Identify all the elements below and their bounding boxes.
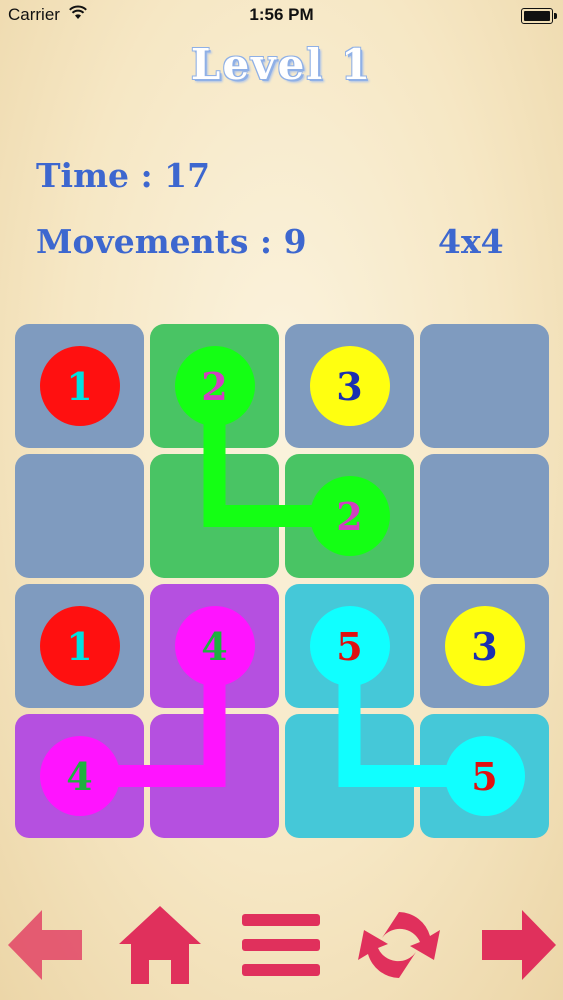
back-arrow-icon <box>8 910 82 980</box>
number-dot[interactable]: 4 <box>174 606 255 686</box>
menu-button[interactable] <box>236 900 326 990</box>
board-cell[interactable] <box>285 714 414 838</box>
forward-arrow-icon <box>482 910 556 980</box>
board-cell[interactable] <box>150 714 279 838</box>
board-cell[interactable] <box>420 454 549 578</box>
forward-arrow-button[interactable] <box>474 900 563 990</box>
home-button[interactable] <box>115 900 205 990</box>
number-dot[interactable]: 2 <box>174 346 255 426</box>
refresh-button[interactable] <box>354 900 444 990</box>
number-dot[interactable]: 5 <box>309 606 390 686</box>
number-dot[interactable]: 2 <box>309 476 390 556</box>
number-dot[interactable]: 1 <box>39 606 120 686</box>
number-dot[interactable]: 3 <box>444 606 525 686</box>
board-cell[interactable] <box>150 454 279 578</box>
number-dot[interactable]: 5 <box>444 736 525 816</box>
number-dot[interactable]: 4 <box>39 736 120 816</box>
number-dot[interactable]: 3 <box>309 346 390 426</box>
menu-icon <box>242 914 320 976</box>
refresh-icon <box>358 912 440 978</box>
board-cell[interactable] <box>15 454 144 578</box>
game-board: 1232145345 <box>0 0 563 1000</box>
home-icon <box>119 906 201 984</box>
back-arrow-button[interactable] <box>0 900 90 990</box>
board-cell[interactable] <box>420 324 549 448</box>
number-dot[interactable]: 1 <box>39 346 120 426</box>
